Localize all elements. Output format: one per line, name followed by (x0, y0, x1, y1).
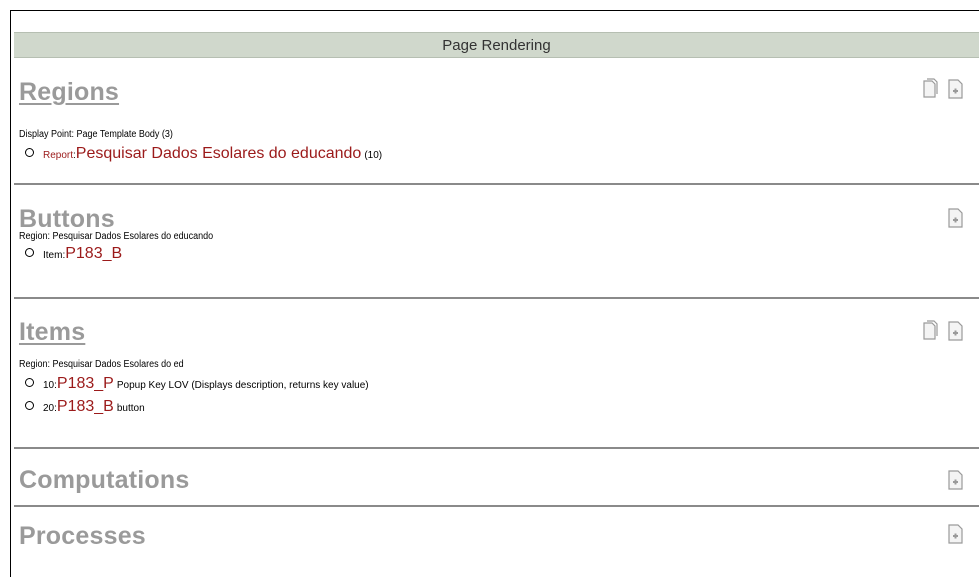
bullet-icon (25, 148, 34, 157)
add-icon[interactable] (947, 207, 965, 229)
item-description: button (116, 403, 145, 414)
list-item: Report : Pesquisar Dados Esolares do edu… (25, 145, 382, 163)
list-item: 10: P183_P Popup Key LOV (Displays descr… (25, 375, 369, 393)
item-sequence: 20: (43, 403, 57, 414)
add-icon[interactable] (947, 320, 965, 342)
buttons-title: Buttons (19, 205, 115, 233)
add-icon[interactable] (947, 78, 965, 100)
region-report-count: (10) (364, 150, 383, 161)
add-icon[interactable] (947, 469, 965, 491)
regions-display-point: Display Point: Page Template Body (3) (19, 129, 173, 140)
item-link[interactable]: P183_B (57, 398, 114, 416)
item-prefix: Item: (43, 250, 66, 261)
item-link[interactable]: P183_P (57, 375, 114, 393)
section-divider (14, 297, 979, 299)
items-title-link[interactable]: Items (19, 318, 85, 347)
section-divider (14, 505, 979, 507)
section-divider (14, 183, 979, 185)
computations-title: Computations (19, 466, 190, 494)
item-type-prefix: Report (43, 150, 74, 161)
copy-icon[interactable] (921, 320, 939, 342)
button-item-link[interactable]: P183_B (65, 245, 122, 263)
regions-title-link[interactable]: Regions (19, 78, 119, 107)
region-report-link[interactable]: Pesquisar Dados Esolares do educando (76, 145, 362, 163)
bullet-icon (25, 401, 34, 410)
add-icon[interactable] (947, 523, 965, 545)
panel-header: Page Rendering (14, 32, 979, 58)
buttons-region-line: Region: Pesquisar Dados Esolares do educ… (19, 231, 214, 242)
items-region-line: Region: Pesquisar Dados Esolares do ed (19, 359, 184, 370)
panel-title: Page Rendering (442, 37, 551, 54)
item-sequence: 10: (43, 380, 57, 391)
processes-title: Processes (19, 522, 146, 550)
item-description: Popup Key LOV (Displays description, ret… (116, 380, 369, 391)
section-divider (14, 447, 979, 449)
list-item: 20: P183_B button (25, 398, 145, 416)
page-rendering-panel: Page Rendering Regions Display Point: Pa… (10, 10, 979, 577)
bullet-icon (25, 378, 34, 387)
list-item: Item: P183_B (25, 245, 122, 263)
copy-icon[interactable] (921, 78, 939, 100)
bullet-icon (25, 248, 34, 257)
